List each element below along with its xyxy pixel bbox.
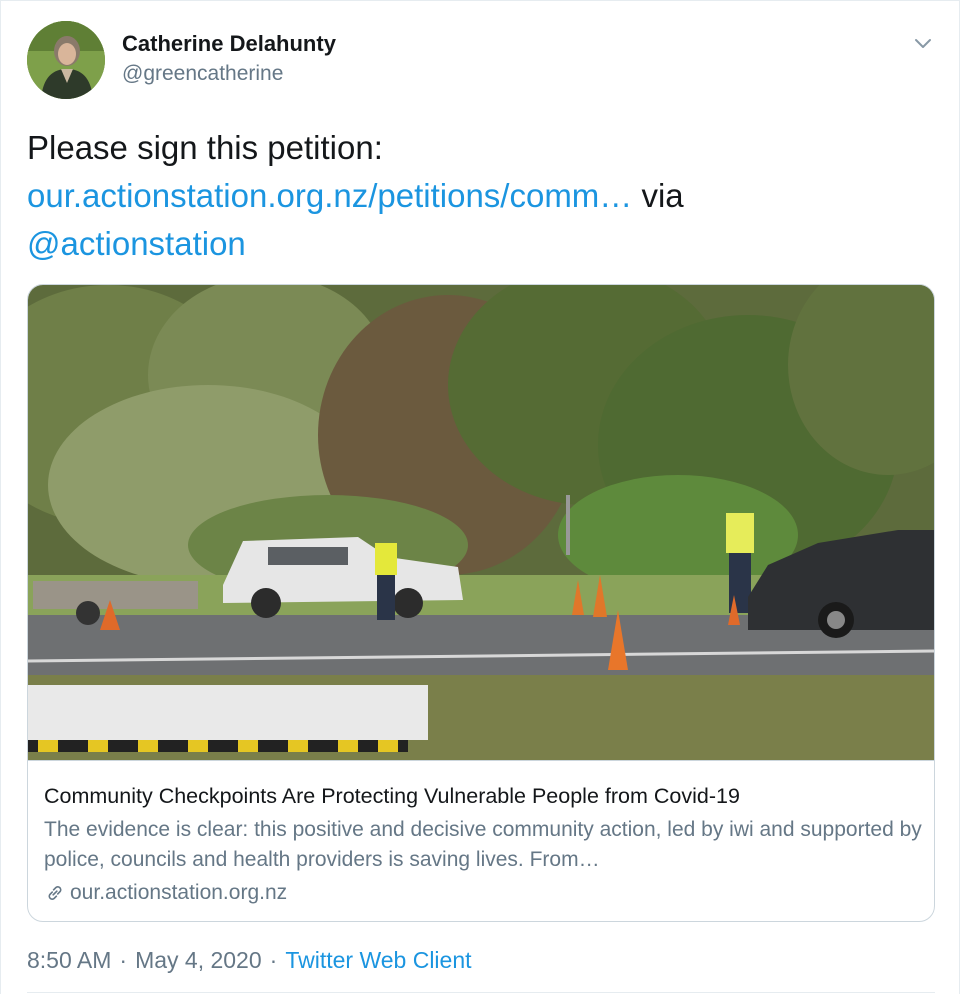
tweet-date[interactable]: May 4, 2020 bbox=[135, 947, 262, 973]
card-body[interactable]: Community Checkpoints Are Protecting Vul… bbox=[28, 760, 934, 921]
mention-link[interactable]: @actionstation bbox=[27, 225, 246, 262]
card-domain: our.actionstation.org.nz bbox=[70, 881, 288, 904]
tweet-text: Please sign this petition: our.actionsta… bbox=[27, 124, 927, 268]
card-domain-row: our.actionstation.org.nz bbox=[44, 878, 918, 908]
link-icon bbox=[44, 882, 66, 904]
tweet-source-link[interactable]: Twitter Web Client bbox=[285, 947, 471, 973]
link-preview-card[interactable]: Community Checkpoints Are Protecting Vul… bbox=[27, 284, 935, 922]
tweet-meta: 8:50 AM · May 4, 2020 · Twitter Web Client bbox=[27, 947, 472, 974]
tweet-text-prefix: Please sign this petition: bbox=[27, 129, 383, 166]
card-title: Community Checkpoints Are Protecting Vul… bbox=[44, 784, 740, 808]
card-image[interactable] bbox=[28, 285, 934, 760]
author-name[interactable]: Catherine Delahunty bbox=[122, 31, 336, 57]
avatar[interactable] bbox=[27, 21, 105, 99]
card-description: The evidence is clear: this positive and… bbox=[44, 818, 922, 871]
divider bbox=[27, 992, 935, 993]
meta-separator: · bbox=[119, 947, 128, 973]
chevron-down-icon[interactable] bbox=[911, 31, 935, 55]
petition-link[interactable]: our.actionstation.org.nz/petitions/comm… bbox=[27, 177, 632, 214]
author-handle[interactable]: @greencatherine bbox=[122, 62, 283, 86]
meta-separator: · bbox=[269, 947, 278, 973]
via-text: via bbox=[641, 177, 684, 214]
tweet-time[interactable]: 8:50 AM bbox=[27, 947, 111, 973]
tweet-container: Catherine Delahunty @greencatherine Plea… bbox=[0, 0, 960, 994]
